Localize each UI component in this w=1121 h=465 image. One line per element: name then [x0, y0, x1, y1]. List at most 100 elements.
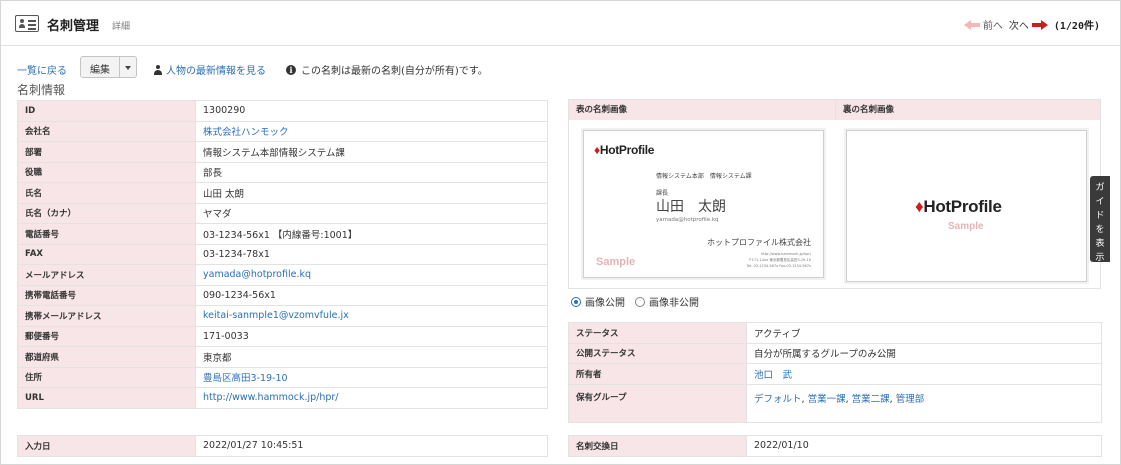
arrow-right-icon[interactable]	[1031, 19, 1048, 30]
group-link[interactable]: 管理部	[896, 394, 925, 405]
field-label: 郵便番号	[17, 325, 196, 347]
table-row: 名刺交換日 2022/01/10	[568, 435, 1102, 457]
image-public-label: 画像公開	[585, 298, 625, 309]
page-title: 名刺管理	[47, 19, 100, 34]
email-link[interactable]: yamada@hotprofile.kq	[195, 264, 548, 286]
field-label: 入力日	[17, 435, 196, 457]
field-label: メールアドレス	[17, 264, 196, 286]
user-icon	[154, 64, 162, 75]
latest-card-note-text: この名刺は最新の名刺(自分が所有)です。	[301, 66, 488, 77]
radio-image-private[interactable]: 画像非公開	[635, 294, 699, 309]
sample-watermark: Sample	[596, 256, 636, 268]
page-header: 名刺管理 詳細 前へ 次へ (1/20件)	[1, 1, 1120, 46]
url-link[interactable]: http://www.hammock.jp/hpr/	[195, 387, 548, 409]
card-department: 情報システム本部 情報システム課	[656, 173, 752, 180]
page-subtitle: 詳細	[112, 22, 131, 32]
field-label: ステータス	[568, 322, 747, 344]
field-value-name-kana: ヤマダ	[195, 202, 548, 224]
input-date-table: 入力日 2022/01/27 10:45:51	[17, 435, 548, 457]
table-row: 入力日 2022/01/27 10:45:51	[17, 435, 548, 457]
radio-image-public[interactable]: 画像公開	[571, 294, 625, 309]
back-image-header: 裏の名刺画像	[835, 100, 1100, 120]
owner-link[interactable]: 池口 武	[746, 363, 1102, 385]
edit-dropdown-button[interactable]: 編集	[80, 56, 137, 78]
field-label: 電話番号	[17, 223, 196, 245]
image-private-label: 画像非公開	[649, 298, 699, 309]
field-value-input-date: 2022/01/27 10:45:51	[195, 435, 548, 457]
card-email: yamada@hotprofile.kq	[656, 217, 719, 223]
exchange-date-table: 名刺交換日 2022/01/10	[568, 435, 1102, 457]
back-card-image[interactable]: ♦HotProfile Sample	[846, 130, 1087, 282]
field-label: 氏名（カナ）	[17, 202, 196, 224]
field-value-fax: 03-1234-78x1	[195, 243, 548, 265]
arrow-left-icon[interactable]	[963, 19, 980, 30]
record-pager: 前へ 次へ (1/20件)	[963, 17, 1100, 32]
table-row: ステータス アクティブ	[568, 322, 1102, 344]
mobile-email-link[interactable]: keitai-sanmple1@vzomvfule.jx	[195, 305, 548, 327]
field-value-department: 情報システム本部情報システム課	[195, 141, 548, 163]
field-value-mobile: 090-1234-56x1	[195, 284, 548, 306]
card-image-panel: 表の名刺画像 裏の名刺画像 ♦HotProfile 情報システム本部 情報システ…	[568, 99, 1101, 289]
field-value-public-status: 自分が所属するグループのみ公開	[746, 342, 1102, 364]
show-guide-tab[interactable]: ガ イ ド を 表 示	[1090, 176, 1110, 263]
group-link[interactable]: 営業一課	[808, 394, 846, 405]
card-tel: Tel: 03-1234-567x Fax:03-1234-567x	[746, 264, 811, 268]
field-value-phone: 03-1234-56x1 【内線番号:1001】	[195, 223, 548, 245]
card-url: http://www.hammock.jp/hpr/	[761, 252, 811, 256]
prev-link[interactable]: 前へ	[983, 17, 1003, 32]
card-info-table: ID 1300290 会社名 株式会社ハンモック 部署 情報システム本部情報システム課…	[17, 100, 548, 409]
next-link[interactable]: 次へ	[1009, 17, 1029, 32]
field-label: 都道府県	[17, 346, 196, 368]
table-row: 会社名 株式会社ハンモック	[17, 120, 548, 142]
radio-selected-icon[interactable]	[571, 296, 581, 307]
field-label: 携帯メールアドレス	[17, 305, 196, 327]
front-card-image[interactable]: ♦HotProfile 情報システム本部 情報システム課 課長 山田 太朗 ya…	[583, 130, 824, 278]
hotprofile-logo: ♦HotProfile	[594, 143, 655, 157]
table-row: 公開ステータス 自分が所属するグループのみ公開	[568, 342, 1102, 364]
section-title: 名刺情報	[17, 83, 66, 97]
field-label: ID	[17, 100, 196, 122]
field-label: 名刺交換日	[568, 435, 747, 457]
latest-card-note: i この名刺は最新の名刺(自分が所有)です。	[286, 62, 488, 77]
record-count: (1/20件)	[1053, 21, 1100, 32]
table-row: ID 1300290	[17, 100, 548, 122]
table-row: 役職 部長	[17, 161, 548, 183]
field-label: FAX	[17, 243, 196, 265]
card-person-name: 山田 太朗	[656, 199, 726, 215]
table-row: 都道府県 東京都	[17, 346, 548, 368]
info-icon: i	[286, 64, 296, 75]
group-link[interactable]: デフォルト	[754, 394, 802, 405]
company-link[interactable]: 株式会社ハンモック	[195, 120, 548, 142]
radio-unselected-icon[interactable]	[635, 296, 645, 307]
card-company: ホットプロファイル株式会社	[707, 238, 811, 247]
table-row: 携帯電話番号 090-1234-56x1	[17, 284, 548, 306]
card-detail-page: 名刺管理 詳細 前へ 次へ (1/20件) 一覧に戻る 編集 人物の最新情報を見…	[0, 0, 1121, 465]
field-label: 役職	[17, 161, 196, 183]
table-row: 保有グループ デフォルト, 営業一課, 営業二課, 管理部	[568, 383, 1102, 423]
edit-button-label[interactable]: 編集	[81, 57, 120, 77]
field-label: 公開ステータス	[568, 342, 747, 364]
table-row: 住所 豊島区高田3-19-10	[17, 366, 548, 388]
field-label: 携帯電話番号	[17, 284, 196, 306]
business-card-icon	[15, 15, 39, 32]
group-link[interactable]: 営業二課	[852, 394, 890, 405]
field-label: 所有者	[568, 363, 747, 385]
field-label: 会社名	[17, 120, 196, 142]
latest-person-info-label[interactable]: 人物の最新情報を見る	[166, 62, 266, 77]
table-row: 電話番号 03-1234-56x1 【内線番号:1001】	[17, 223, 548, 245]
table-row: 氏名（カナ） ヤマダ	[17, 202, 548, 224]
back-to-list-link[interactable]: 一覧に戻る	[17, 62, 67, 77]
field-label: 氏名	[17, 182, 196, 204]
latest-person-info-link[interactable]: 人物の最新情報を見る	[154, 62, 266, 77]
field-label: 住所	[17, 366, 196, 388]
status-table: ステータス アクティブ 公開ステータス 自分が所属するグループのみ公開 所有者 池口 …	[568, 322, 1102, 423]
field-label: URL	[17, 387, 196, 409]
field-label: 部署	[17, 141, 196, 163]
address-link[interactable]: 豊島区高田3-19-10	[195, 366, 548, 388]
field-value-postal-code: 171-0033	[195, 325, 548, 347]
field-value-position: 部長	[195, 161, 548, 183]
chevron-down-icon[interactable]	[120, 57, 136, 77]
sample-watermark: Sample	[948, 221, 984, 232]
field-value-id: 1300290	[195, 100, 548, 122]
group-list: デフォルト, 営業一課, 営業二課, 管理部	[746, 383, 1102, 423]
